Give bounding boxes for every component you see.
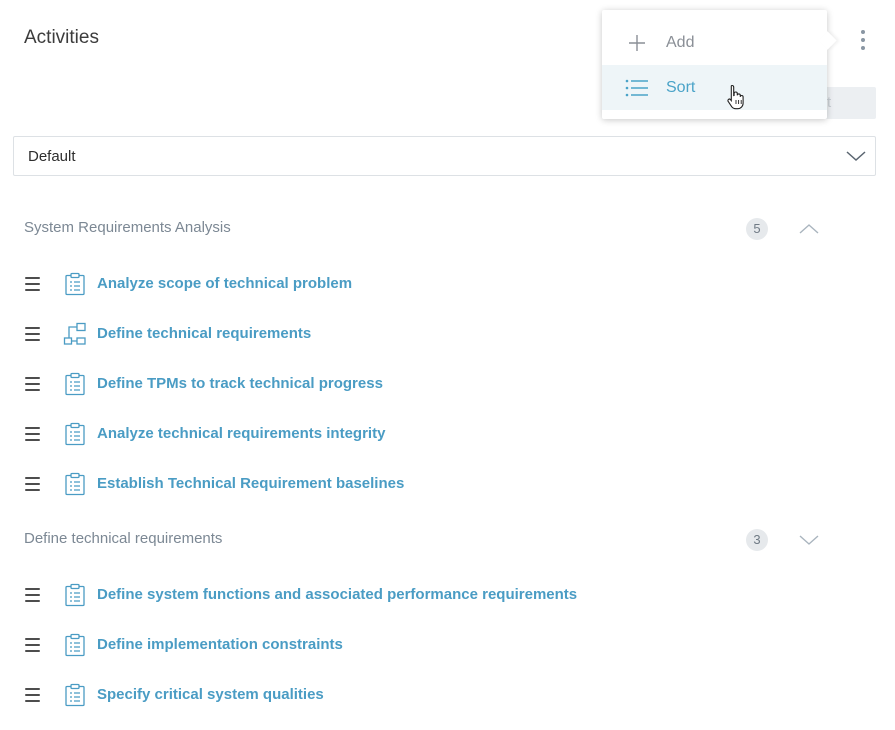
workflow-icon <box>63 322 87 346</box>
list-item: Define implementation constraints <box>0 630 895 660</box>
list-item: Analyze technical requirements integrity <box>0 419 895 449</box>
activity-link[interactable]: Define system functions and associated p… <box>97 586 577 603</box>
clipboard-icon <box>63 583 87 607</box>
group-title: System Requirements Analysis <box>24 219 231 236</box>
drag-handle-icon[interactable] <box>25 277 40 291</box>
clipboard-icon <box>63 633 87 657</box>
activity-link[interactable]: Specify critical system qualities <box>97 686 324 703</box>
menu-item-sort[interactable]: Sort <box>602 65 827 110</box>
clipboard-icon <box>63 422 87 446</box>
chevron-up-icon[interactable] <box>798 219 820 239</box>
filter-select[interactable]: Default <box>13 136 876 176</box>
actions-menu: Add Sort <box>602 10 827 119</box>
activity-group: Define technical requirements 3 <box>0 528 895 552</box>
clipboard-icon <box>63 683 87 707</box>
activity-link[interactable]: Establish Technical Requirement baseline… <box>97 475 404 492</box>
menu-item-label: Add <box>666 33 695 51</box>
activity-link[interactable]: Define technical requirements <box>97 325 311 342</box>
clipboard-icon <box>63 272 87 296</box>
clipboard-icon <box>63 372 87 396</box>
drag-handle-icon[interactable] <box>25 377 40 391</box>
group-title: Define technical requirements <box>24 530 223 547</box>
menu-item-add[interactable]: Add <box>602 20 827 65</box>
drag-handle-icon[interactable] <box>25 688 40 702</box>
drag-handle-icon[interactable] <box>25 427 40 441</box>
menu-item-label: Sort <box>666 78 696 96</box>
list-item: Establish Technical Requirement baseline… <box>0 469 895 499</box>
group-header: Define technical requirements 3 <box>0 528 895 552</box>
list-item: Analyze scope of technical problem <box>0 269 895 299</box>
page-title: Activities <box>24 27 99 48</box>
group-header: System Requirements Analysis 5 <box>0 217 895 241</box>
list-icon <box>625 76 649 100</box>
hand-pointer-cursor-icon <box>727 84 745 115</box>
list-item: Specify critical system qualities <box>0 680 895 710</box>
clipboard-icon <box>63 472 87 496</box>
drag-handle-icon[interactable] <box>25 477 40 491</box>
list-item: Define system functions and associated p… <box>0 580 895 610</box>
filter-select-value: Default <box>28 147 76 165</box>
chevron-down-icon[interactable] <box>798 530 820 550</box>
drag-handle-icon[interactable] <box>25 327 40 341</box>
list-item: Define technical requirements <box>0 319 895 349</box>
chevron-down-icon <box>846 148 866 169</box>
kebab-vertical-icon[interactable] <box>853 26 873 54</box>
activity-link[interactable]: Define implementation constraints <box>97 636 343 653</box>
count-badge: 3 <box>746 529 768 551</box>
drag-handle-icon[interactable] <box>25 638 40 652</box>
activity-link[interactable]: Define TPMs to track technical progress <box>97 375 383 392</box>
activity-link[interactable]: Analyze scope of technical problem <box>97 275 352 292</box>
list-item: Define TPMs to track technical progress <box>0 369 895 399</box>
drag-handle-icon[interactable] <box>25 588 40 602</box>
activity-link[interactable]: Analyze technical requirements integrity <box>97 425 385 442</box>
plus-icon <box>625 31 649 55</box>
count-badge: 5 <box>746 218 768 240</box>
activity-group: System Requirements Analysis 5 <box>0 217 895 241</box>
